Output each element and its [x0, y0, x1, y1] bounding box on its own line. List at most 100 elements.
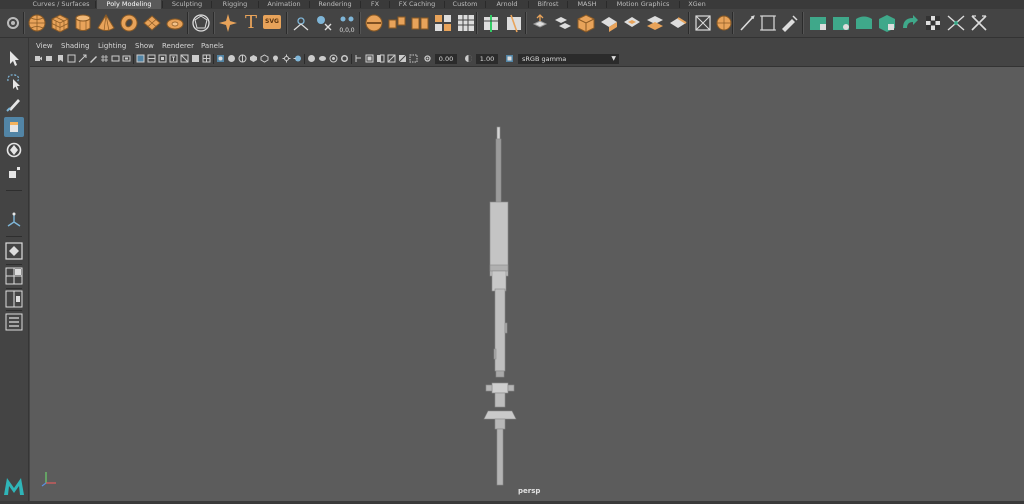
mirror-icon[interactable] — [432, 12, 454, 34]
depth-of-field-icon[interactable] — [318, 54, 327, 63]
poly-cube-icon[interactable] — [49, 12, 71, 34]
type-text-icon[interactable]: T — [240, 12, 262, 34]
select-tool-icon[interactable] — [4, 48, 24, 68]
boolean-icon[interactable] — [409, 12, 431, 34]
tab-motion-graphics[interactable]: Motion Graphics — [608, 0, 678, 9]
checker-icon[interactable] — [922, 12, 944, 34]
menu-lighting[interactable]: Lighting — [98, 41, 126, 51]
poly-disc-icon[interactable] — [164, 12, 186, 34]
poly-plane-icon[interactable] — [141, 12, 163, 34]
tab-mash[interactable]: MASH — [569, 0, 605, 9]
tab-rendering[interactable]: Rendering — [311, 0, 359, 9]
tab-curves-surfaces[interactable]: Curves / Surfaces — [28, 0, 94, 9]
lattice-icon[interactable] — [736, 12, 758, 34]
exposure-field[interactable]: 0.00 — [435, 54, 457, 64]
camera-attributes-icon[interactable] — [45, 54, 54, 63]
menu-shading[interactable]: Shading — [61, 41, 89, 51]
extract-icon[interactable] — [386, 12, 408, 34]
extrude-icon[interactable] — [529, 12, 551, 34]
layout-icon[interactable] — [830, 12, 852, 34]
smooth-icon[interactable] — [363, 12, 385, 34]
gamma-field[interactable]: 1.00 — [476, 54, 498, 64]
combine-icon[interactable] — [313, 12, 335, 34]
bevel-mirror-icon[interactable] — [290, 12, 312, 34]
hud-icon[interactable] — [329, 54, 338, 63]
paint-select-tool-icon[interactable] — [4, 94, 24, 114]
unfold-icon[interactable] — [807, 12, 829, 34]
smooth-shade-icon[interactable] — [191, 54, 200, 63]
anti-aliasing-icon[interactable] — [307, 54, 316, 63]
retopo-icon[interactable] — [968, 12, 990, 34]
resolution-gate-icon[interactable] — [122, 54, 131, 63]
field-chart-icon[interactable] — [147, 54, 156, 63]
gate-mask-icon[interactable] — [136, 54, 145, 63]
bevel-icon[interactable] — [575, 12, 597, 34]
two-sided-lighting-icon[interactable] — [376, 54, 385, 63]
four-pane-layout-icon[interactable] — [4, 266, 24, 286]
default-material-icon[interactable] — [238, 54, 247, 63]
backface-culling-icon[interactable] — [387, 54, 396, 63]
cut-uv-icon[interactable] — [853, 12, 875, 34]
bookmark-icon[interactable] — [56, 54, 65, 63]
wireframe-on-shaded-icon[interactable] — [202, 54, 211, 63]
film-gate-icon[interactable] — [111, 54, 120, 63]
xray-icon[interactable] — [227, 54, 236, 63]
svg-icon[interactable]: SVG — [263, 15, 281, 29]
tab-fx-caching[interactable]: FX Caching — [391, 0, 443, 9]
xray-joints-icon[interactable] — [354, 54, 363, 63]
ssao-icon[interactable] — [340, 54, 349, 63]
tab-custom[interactable]: Custom — [446, 0, 484, 9]
single-pane-layout-icon[interactable] — [4, 241, 24, 261]
poly-sphere-icon[interactable] — [26, 12, 48, 34]
image-plane-icon[interactable] — [67, 54, 76, 63]
separate-icon[interactable]: 0,0,0 — [336, 12, 358, 34]
two-pane-layout-icon[interactable] — [4, 289, 24, 309]
safe-action-icon[interactable] — [158, 54, 167, 63]
poly-cylinder-icon[interactable] — [72, 12, 94, 34]
tab-animation[interactable]: Animation — [260, 0, 308, 9]
menu-panels[interactable]: Panels — [201, 41, 224, 51]
fill-hole-icon[interactable] — [621, 12, 643, 34]
super-shape-icon[interactable] — [217, 12, 239, 34]
textured-icon[interactable] — [249, 54, 258, 63]
delete-history-icon[interactable] — [899, 12, 921, 34]
poly-torus-icon[interactable] — [118, 12, 140, 34]
exposure-gear-icon[interactable] — [423, 54, 432, 63]
tab-arnold[interactable]: Arnold — [487, 0, 527, 9]
tab-sculpting[interactable]: Sculpting — [164, 0, 210, 9]
xray-active-icon[interactable] — [365, 54, 374, 63]
safe-title-icon[interactable] — [169, 54, 178, 63]
edge-loop-icon[interactable] — [480, 12, 502, 34]
gamma-icon[interactable] — [464, 54, 473, 63]
grid-icon[interactable] — [455, 12, 477, 34]
universal-manipulator-icon[interactable] — [4, 210, 24, 230]
menu-view[interactable]: View — [36, 41, 53, 51]
outliner-layout-icon[interactable] — [4, 312, 24, 332]
lasso-tool-icon[interactable] — [4, 71, 24, 91]
scale-tool-icon[interactable] — [4, 163, 24, 183]
ambient-occlusion-icon[interactable] — [282, 54, 291, 63]
multi-cut-icon[interactable] — [503, 12, 525, 34]
menu-show[interactable]: Show — [135, 41, 154, 51]
shelf-settings-icon[interactable] — [4, 12, 22, 34]
tab-bifrost[interactable]: Bifrost — [530, 0, 566, 9]
tab-poly-modeling[interactable]: Poly Modeling — [97, 0, 161, 9]
collapse-icon[interactable] — [692, 12, 714, 34]
select-camera-icon[interactable] — [34, 54, 43, 63]
2d-pan-zoom-icon[interactable] — [78, 54, 87, 63]
bridge-icon[interactable] — [552, 12, 574, 34]
sculpt-icon[interactable] — [757, 12, 779, 34]
bounding-box-icon[interactable] — [409, 54, 418, 63]
use-all-lights-icon[interactable] — [260, 54, 269, 63]
move-tool-button[interactable] — [4, 117, 24, 137]
sew-icon[interactable] — [876, 12, 898, 34]
rotate-tool-icon[interactable] — [4, 140, 24, 160]
flat-shade-icon[interactable] — [398, 54, 407, 63]
platonic-solid-icon[interactable] — [190, 12, 212, 34]
wireframe-icon[interactable] — [180, 54, 189, 63]
isolate-select-icon[interactable] — [216, 54, 225, 63]
symmetry-icon[interactable] — [945, 12, 967, 34]
grease-pencil-icon[interactable] — [89, 54, 98, 63]
color-management-icon[interactable] — [505, 54, 514, 63]
append-icon[interactable] — [598, 12, 620, 34]
